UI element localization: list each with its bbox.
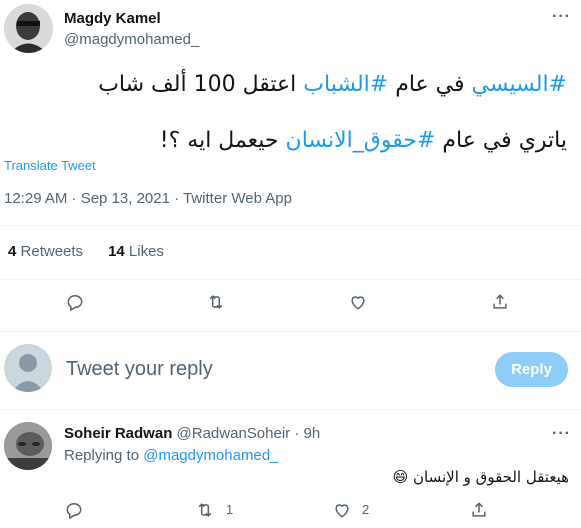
tweet-text-fragment: ياتري في عام	[435, 128, 567, 153]
tweet-timestamp[interactable]: 12:29 AM · Sep 13, 2021 · Twitter Web Ap…	[4, 190, 292, 207]
translate-tweet-link[interactable]: Translate Tweet	[4, 158, 96, 173]
replying-to-prefix: Replying to	[64, 447, 144, 464]
author-name[interactable]: Magdy Kamel	[64, 10, 161, 27]
divider	[0, 279, 581, 280]
reply-author-line: Soheir Radwan @RadwanSoheir · 9h	[64, 425, 320, 442]
reply-author-avatar[interactable]	[4, 422, 52, 470]
heart-icon[interactable]	[330, 498, 354, 522]
reply-text-body: هيعتقل الحقوق و الإنسان	[413, 468, 569, 486]
grinning-emoji-icon: 😄	[392, 468, 409, 486]
more-options-icon[interactable]: ···	[552, 425, 571, 443]
hashtag-link[interactable]: #السيسي	[472, 72, 567, 97]
tweet-text-fragment: اعتقل 100 ألف شاب	[98, 72, 304, 97]
likes-count[interactable]: 14	[108, 243, 125, 260]
retweet-icon[interactable]	[193, 498, 217, 522]
divider	[0, 331, 581, 332]
tweet-text-fragment: في عام	[388, 72, 472, 97]
reply-button[interactable]: Reply	[495, 352, 568, 387]
reply-icon[interactable]	[62, 498, 86, 522]
tweet-text-line-1: #السيسي في عام #الشباب اعتقل 100 ألف شاب	[98, 72, 567, 97]
current-user-avatar	[4, 344, 52, 392]
tweet-text-fragment: حيعمل ايه ؟!	[159, 128, 286, 153]
tweet-text-line-2: ياتري في عام #حقوق_الانسان حيعمل ايه ؟!	[160, 128, 567, 153]
reply-time[interactable]: · 9h	[290, 425, 320, 442]
retweets-label[interactable]: Retweets	[21, 243, 84, 260]
reply-author-name[interactable]: Soheir Radwan	[64, 425, 172, 442]
heart-icon[interactable]	[346, 290, 370, 314]
replying-to-handle[interactable]: @magdymohamed_	[143, 447, 278, 464]
reply-input[interactable]: Tweet your reply	[66, 358, 213, 381]
retweet-count: 1	[226, 502, 234, 517]
divider	[0, 225, 581, 226]
more-options-icon[interactable]: ···	[552, 8, 571, 26]
share-icon[interactable]	[488, 290, 512, 314]
like-count: 2	[362, 502, 370, 517]
retweets-count[interactable]: 4	[8, 243, 16, 260]
tweet-stats: 4 Retweets 14 Likes	[8, 243, 164, 260]
replying-to: Replying to @magdymohamed_	[64, 447, 279, 464]
hashtag-link[interactable]: #الشباب	[303, 72, 388, 97]
share-icon[interactable]	[467, 498, 491, 522]
reply-text: هيعتقل الحقوق و الإنسان 😄	[393, 468, 569, 486]
divider	[0, 409, 581, 410]
likes-label[interactable]: Likes	[129, 243, 164, 260]
author-handle[interactable]: @magdymohamed_	[64, 31, 199, 48]
retweet-icon[interactable]	[204, 290, 228, 314]
reply-icon[interactable]	[63, 290, 87, 314]
author-avatar[interactable]	[4, 4, 53, 53]
hashtag-link[interactable]: #حقوق_الانسان	[286, 128, 436, 153]
reply-author-handle[interactable]: @RadwanSoheir	[177, 425, 291, 442]
